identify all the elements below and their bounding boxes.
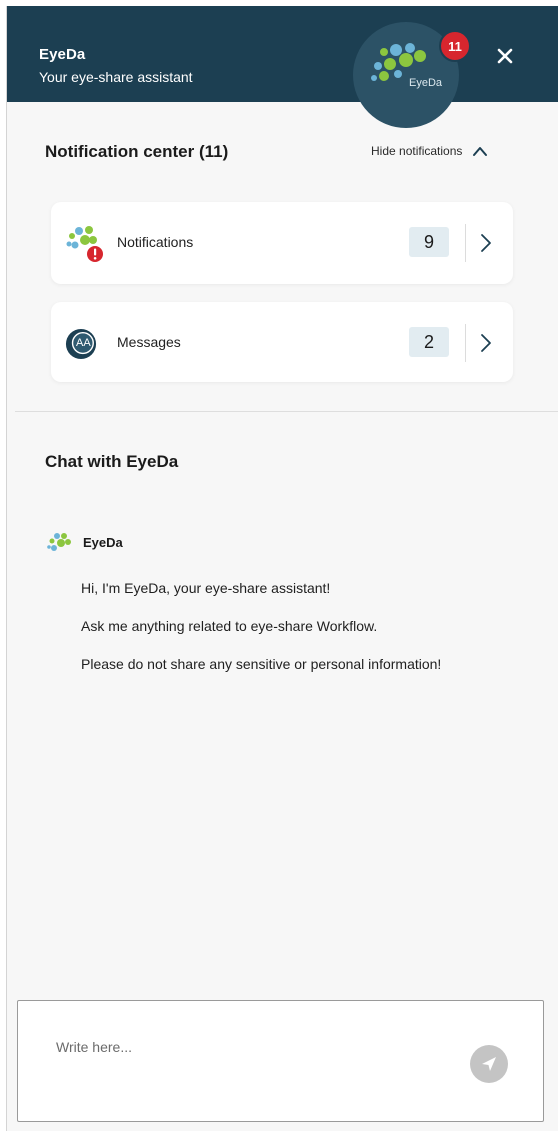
notification-count-badge: 11 [439,30,471,62]
close-button[interactable] [493,44,517,68]
hide-notifications-toggle[interactable]: Hide notifications [371,144,488,158]
messages-avatar-initials: AA [76,337,91,349]
assistant-subtitle: Your eye-share assistant [39,69,193,85]
avatar-label: EyeDa [409,77,443,89]
notifications-icon-wrap [65,224,107,269]
bot-name: EyeDa [83,534,123,550]
chat-message: Hi, I'm EyeDa, your eye-share assistant! [81,580,331,596]
eyeda-alert-icon [66,226,103,262]
message-composer [17,1000,544,1122]
chevron-right-icon [481,234,491,252]
notification-center-title: Notification center (11) [45,142,229,161]
assistant-title: EyeDa [39,46,86,63]
chevron-up-icon [473,147,488,156]
close-icon [497,48,513,64]
send-button[interactable] [470,1045,508,1083]
notifications-card[interactable]: Notifications 9 [51,202,513,284]
chat-message: Please do not share any sensitive or per… [81,656,442,672]
eyeda-logo-icon [47,533,71,551]
message-input[interactable] [56,1039,436,1055]
chat-message: Ask me anything related to eye-share Wor… [81,618,378,634]
send-icon [482,1057,496,1071]
notifications-label: Notifications [117,234,194,250]
card-divider [465,224,466,262]
assistant-panel: EyeDa Your eye-share assistant EyeDa 11 [6,6,558,1131]
bot-header: EyeDa [47,532,123,552]
messages-label: Messages [117,334,181,350]
notifications-count: 9 [409,227,449,257]
chat-title: Chat with EyeDa [45,452,179,471]
messages-count: 2 [409,327,449,357]
chevron-right-icon [481,334,491,352]
card-divider [465,324,466,362]
section-divider [15,411,558,412]
hide-notifications-label: Hide notifications [371,144,463,158]
panel-header: EyeDa Your eye-share assistant EyeDa 11 [7,6,558,128]
messages-card[interactable]: AA Messages 2 [51,302,513,382]
